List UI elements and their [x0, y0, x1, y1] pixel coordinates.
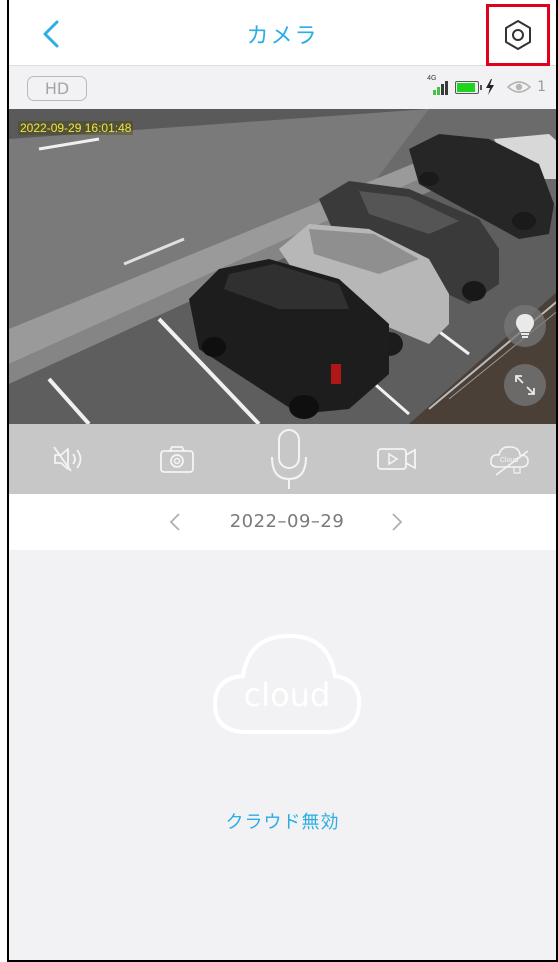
page-title: カメラ — [246, 24, 319, 49]
device-status: 4G 1 — [427, 75, 546, 96]
mute-button[interactable] — [39, 424, 99, 494]
date-navigation: 2022–09–29 — [9, 494, 556, 550]
cloud-disabled-icon: Cloud — [490, 446, 529, 476]
eye-icon — [507, 81, 532, 93]
charging-icon — [486, 79, 495, 95]
gear-icon — [505, 20, 531, 50]
chevron-right-icon — [392, 513, 403, 531]
fullscreen-button[interactable] — [504, 364, 546, 406]
camera-feed-image — [9, 109, 556, 424]
record-video-button[interactable] — [367, 424, 427, 494]
camera-live-view[interactable]: 2022-09-29 16:01:48 — [9, 109, 556, 424]
current-date[interactable]: 2022–09–29 — [199, 511, 375, 532]
light-bulb-icon — [516, 314, 534, 338]
snapshot-camera-icon — [160, 446, 194, 473]
cloud-storage-panel: cloud クラウド無効 — [9, 550, 556, 960]
cloud-status-text: クラウド無効 — [225, 812, 340, 833]
header: カメラ — [9, 0, 556, 66]
cloud-disabled-button[interactable]: Cloud — [475, 424, 545, 494]
light-button[interactable] — [504, 305, 546, 347]
fullscreen-icon — [515, 375, 535, 395]
previous-date-button[interactable] — [161, 508, 189, 536]
video-timestamp: 2022-09-29 16:01:48 — [18, 121, 134, 135]
signal-icon: 4G — [427, 75, 449, 96]
cloud-icon-label: cloud — [244, 676, 331, 714]
mute-icon — [53, 446, 82, 472]
microphone-button[interactable] — [259, 424, 319, 494]
snapshot-button[interactable] — [147, 424, 207, 494]
network-type-label: 4G — [427, 75, 437, 82]
viewer-count: 1 — [537, 79, 546, 95]
chevron-left-icon — [169, 513, 180, 531]
control-bar: Cloud — [9, 424, 556, 494]
quality-hd-button[interactable]: HD — [27, 76, 87, 101]
next-date-button[interactable] — [383, 508, 411, 536]
battery-icon — [455, 80, 483, 94]
settings-button[interactable] — [486, 4, 550, 66]
microphone-icon — [271, 429, 307, 489]
record-video-icon — [377, 448, 416, 470]
cloud-icon: cloud — [212, 633, 362, 734]
status-bar: HD 4G 1 — [9, 67, 556, 109]
app-frame: カメラ HD 4G 1 2022-09-29 16:01:48 Cloud 20… — [7, 0, 558, 962]
